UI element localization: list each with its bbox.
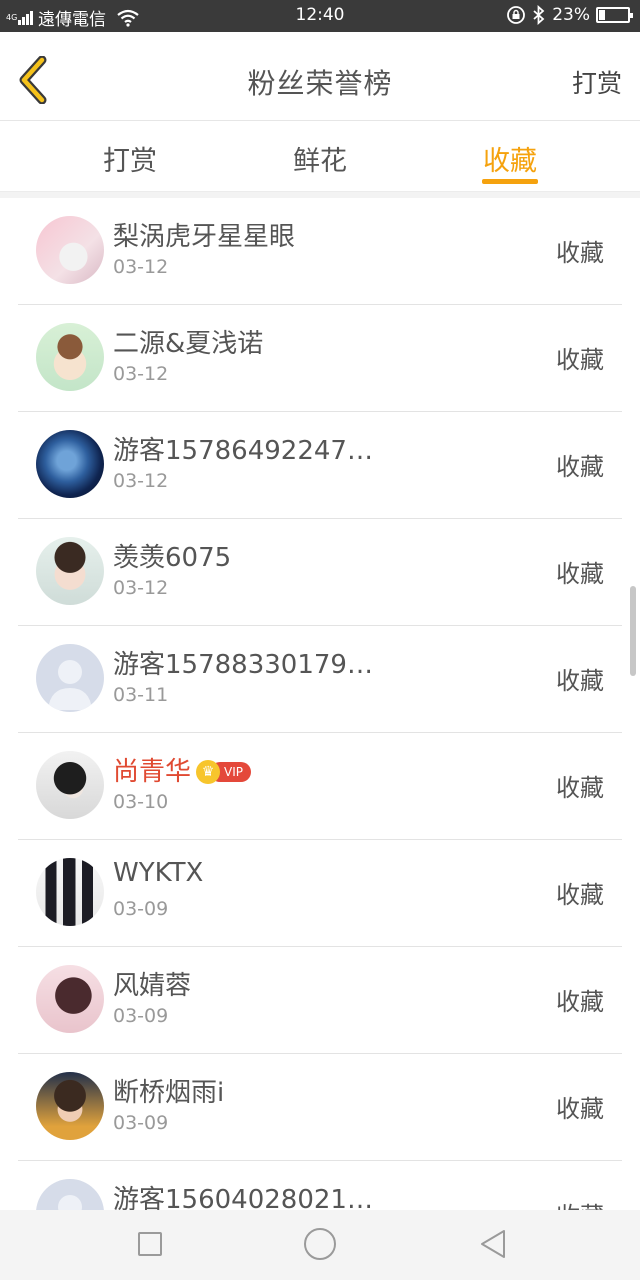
fan-date: 03-09 bbox=[113, 1112, 169, 1134]
battery-percent: 23% bbox=[552, 5, 590, 25]
fan-name: 尚青华 bbox=[113, 757, 192, 787]
fan-date: 03-09 bbox=[113, 898, 169, 920]
vip-badge: ♛ VIP bbox=[196, 760, 251, 784]
fan-action: 收藏 bbox=[556, 774, 604, 802]
avatar[interactable] bbox=[36, 323, 104, 391]
fan-name: 风婧蓉 bbox=[113, 971, 192, 1001]
fan-name: 梨涡虎牙星星眼 bbox=[113, 222, 296, 252]
fan-list[interactable]: 梨涡虎牙星星眼 03-12 收藏 二源&夏浅诺 03-12 收藏 游客15786… bbox=[0, 198, 640, 1210]
status-bar: 4G 遠傳電信 12:40 23% bbox=[0, 0, 640, 32]
fan-name: 游客15786492247… bbox=[113, 436, 373, 466]
fan-name: WYKTX bbox=[113, 858, 204, 888]
triangle-back-icon[interactable] bbox=[478, 1228, 508, 1260]
list-item[interactable]: 风婧蓉 03-09 收藏 bbox=[18, 947, 622, 1054]
avatar[interactable] bbox=[36, 1072, 104, 1140]
rotation-lock-icon bbox=[507, 6, 526, 24]
fan-date: 03-10 bbox=[113, 791, 169, 813]
battery-fill bbox=[599, 10, 605, 20]
fan-name: 断桥烟雨i bbox=[113, 1078, 225, 1108]
fan-action: 收藏 bbox=[556, 1196, 604, 1210]
fan-date: 03-11 bbox=[113, 684, 169, 706]
app-header: 粉丝荣誉榜 打赏 bbox=[0, 32, 640, 121]
list-item[interactable]: 尚青华 ♛ VIP 03-10 收藏 bbox=[18, 733, 622, 840]
fan-name: 羡羡6075 bbox=[113, 543, 232, 573]
fan-name: 游客15604028021… bbox=[113, 1185, 373, 1210]
avatar[interactable] bbox=[36, 537, 104, 605]
bluetooth-icon bbox=[533, 5, 545, 25]
fan-action: 收藏 bbox=[556, 560, 604, 588]
active-tab-indicator bbox=[482, 179, 538, 184]
avatar[interactable] bbox=[36, 216, 104, 284]
fan-date: 03-09 bbox=[113, 1005, 169, 1027]
page-title: 粉丝荣誉榜 bbox=[247, 67, 393, 100]
fan-name: 游客15788330179… bbox=[113, 650, 373, 680]
fan-action: 收藏 bbox=[556, 988, 604, 1016]
avatar-placeholder[interactable] bbox=[36, 1179, 104, 1210]
fan-action: 收藏 bbox=[556, 346, 604, 374]
tab-bar: 打赏 鲜花 收藏 bbox=[0, 121, 640, 192]
fan-date: 03-12 bbox=[113, 470, 169, 492]
tab-reward[interactable]: 打赏 bbox=[70, 139, 190, 178]
fan-date: 03-12 bbox=[113, 363, 169, 385]
tab-favorites[interactable]: 收藏 bbox=[450, 139, 570, 178]
user-silhouette-icon bbox=[48, 660, 92, 710]
circle-icon[interactable] bbox=[304, 1228, 336, 1260]
list-item[interactable]: 梨涡虎牙星星眼 03-12 收藏 bbox=[18, 198, 622, 305]
scrollbar[interactable] bbox=[630, 586, 636, 676]
user-silhouette-icon bbox=[58, 1195, 82, 1210]
square-icon[interactable] bbox=[138, 1232, 162, 1256]
list-item[interactable]: 游客15788330179… 03-11 收藏 bbox=[18, 626, 622, 733]
avatar[interactable] bbox=[36, 430, 104, 498]
list-item[interactable]: WYKTX 03-09 收藏 bbox=[18, 840, 622, 947]
fan-action: 收藏 bbox=[556, 239, 604, 267]
avatar[interactable] bbox=[36, 858, 104, 926]
tab-flowers[interactable]: 鲜花 bbox=[260, 139, 380, 178]
avatar[interactable] bbox=[36, 965, 104, 1033]
fan-action: 收藏 bbox=[556, 667, 604, 695]
fan-name: 二源&夏浅诺 bbox=[113, 329, 264, 359]
fan-action: 收藏 bbox=[556, 453, 604, 481]
list-item[interactable]: 羡羡6075 03-12 收藏 bbox=[18, 519, 622, 626]
system-nav-bar bbox=[0, 1210, 640, 1280]
status-right: 23% bbox=[506, 5, 633, 25]
fan-action: 收藏 bbox=[556, 1095, 604, 1123]
avatar-placeholder[interactable] bbox=[36, 644, 104, 712]
battery-icon bbox=[596, 7, 633, 23]
fan-date: 03-12 bbox=[113, 577, 169, 599]
reward-button[interactable]: 打赏 bbox=[572, 64, 622, 100]
fan-action: 收藏 bbox=[556, 881, 604, 909]
crown-icon: ♛ bbox=[196, 760, 220, 784]
avatar[interactable] bbox=[36, 751, 104, 819]
list-item[interactable]: 断桥烟雨i 03-09 收藏 bbox=[18, 1054, 622, 1161]
list-item[interactable]: 游客15786492247… 03-12 收藏 bbox=[18, 412, 622, 519]
list-item[interactable]: 二源&夏浅诺 03-12 收藏 bbox=[18, 305, 622, 412]
fan-date: 03-12 bbox=[113, 256, 169, 278]
list-item[interactable]: 游客15604028021… 收藏 bbox=[18, 1161, 622, 1210]
